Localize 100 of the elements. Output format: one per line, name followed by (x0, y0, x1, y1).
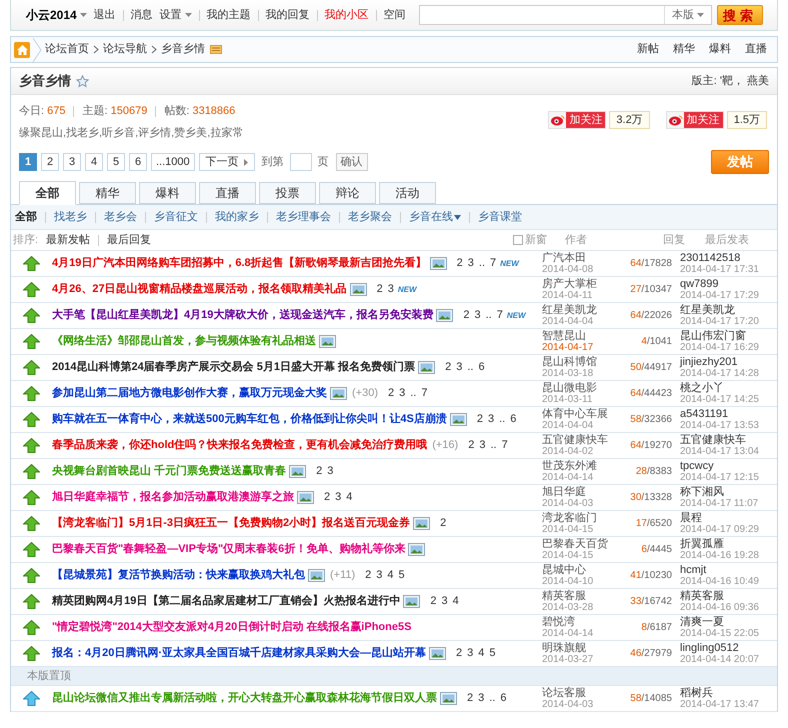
page-link[interactable]: 1 (19, 153, 37, 171)
author-name[interactable]: 论坛客服 (542, 686, 586, 698)
last-poster[interactable]: 稻树兵 (680, 686, 713, 698)
thread-title[interactable]: 旭日华庭幸福节，报名参加活动赢取港澳游享之旅 (52, 489, 294, 506)
author-name[interactable]: 红星美凯龙 (542, 304, 597, 316)
page-link[interactable]: .. (410, 385, 416, 402)
thread-title[interactable]: 巴黎春天百货"春舞轻盈—VIP专场"仅周末春装6折！免单、购物礼等你来 (52, 541, 406, 558)
last-poster[interactable]: a5431191 (680, 408, 728, 420)
author-name[interactable]: 昆城中心 (542, 564, 586, 576)
page-link[interactable]: 3 (399, 385, 406, 402)
last-poster[interactable]: 清爽一夏 (680, 616, 724, 628)
page-link[interactable]: 2 (445, 359, 452, 376)
last-poster[interactable]: qw7899 (680, 278, 719, 290)
nav-link[interactable]: 设置 (160, 6, 192, 24)
page-number-field[interactable] (290, 153, 312, 171)
page-link[interactable]: 3 (441, 593, 448, 610)
page-link[interactable]: 2 (476, 411, 483, 428)
nav-link[interactable]: 空间 (384, 6, 406, 24)
author-name[interactable]: 体育中心车展 (542, 408, 608, 420)
next-page-button[interactable]: 下一页 (198, 153, 255, 171)
page-link[interactable]: 2 (468, 437, 474, 454)
page-link[interactable]: 6 (478, 359, 485, 376)
page-link[interactable]: 3 (474, 307, 481, 324)
page-link[interactable]: .. (467, 359, 474, 376)
page-link[interactable]: 3 (479, 437, 486, 454)
page-link[interactable]: 5 (107, 153, 125, 171)
confirm-button[interactable]: 确认 (336, 153, 368, 171)
last-poster[interactable]: 红星美凯龙 (680, 304, 735, 316)
author-name[interactable]: 旭日华庭 (542, 486, 586, 498)
page-link[interactable]: 2 (376, 281, 383, 298)
page-link[interactable]: 2 (324, 489, 330, 506)
page-link[interactable]: 5 (398, 567, 405, 584)
author-name[interactable]: 明珠旗舰 (542, 642, 586, 654)
nav-link[interactable]: 我的主题 (206, 6, 251, 24)
last-poster[interactable]: lingling0512 (680, 642, 739, 654)
page-link[interactable]: 5 (489, 645, 496, 662)
thread-title[interactable]: 2014昆山科博第24届春季房产展示交易会 5月1日盛大开幕 报名免费领门票 (52, 359, 416, 376)
nav-link[interactable]: 退出 (94, 6, 116, 24)
tab[interactable]: 直播 (199, 182, 256, 204)
page-link[interactable]: 2 (467, 690, 474, 707)
page-link[interactable]: .. (490, 437, 497, 454)
home-icon[interactable] (14, 42, 30, 58)
page-link[interactable]: 4 (387, 567, 394, 584)
last-poster[interactable]: 晨程 (680, 512, 702, 524)
page-link[interactable]: 7 (490, 255, 496, 272)
page-link[interactable]: 3 (335, 489, 342, 506)
page-link[interactable]: 3 (478, 690, 484, 707)
nav-link[interactable]: 我的回复 (266, 6, 310, 24)
page-link[interactable]: 2 (41, 153, 59, 171)
thread-title[interactable]: 《网络生活》邹邵昆山首发，参与视频体验有礼品相送 (52, 333, 316, 350)
thread-title[interactable]: 购车就在五一体育中心，来就送500元购车红包，价格低到让你尖叫！让4S店崩溃 (52, 411, 447, 428)
page-link[interactable]: 6 (500, 690, 506, 707)
author-name[interactable]: 房产大掌柜 (542, 278, 597, 290)
thread-title[interactable]: 大手笔【昆山红星美凯龙】4月19大牌砍大价，送现金送汽车，报名另免安装费 (52, 307, 434, 324)
filter-link[interactable]: 找老乡 (54, 208, 87, 226)
page-link[interactable]: 3 (467, 645, 474, 662)
page-link[interactable]: 7 (496, 307, 503, 324)
page-link[interactable]: .. (499, 411, 506, 428)
quick-link[interactable]: 精华 (673, 41, 695, 58)
page-link[interactable]: 6 (129, 153, 147, 171)
last-poster[interactable]: 昆山伟宏门窗 (680, 330, 746, 342)
page-link[interactable]: 3 (63, 153, 81, 171)
page-link[interactable]: 2 (388, 385, 394, 402)
author-name[interactable]: 精英客服 (542, 590, 586, 602)
follow-button[interactable]: 加关注 (548, 111, 606, 129)
breadcrumb-link[interactable]: 乡音乡情 (161, 41, 205, 58)
author-name[interactable]: 世茂东外滩 (542, 460, 597, 472)
filter-link[interactable]: 乡音在线 (409, 208, 461, 226)
page-link[interactable]: 3 (468, 255, 474, 272)
page-link[interactable]: 3 (376, 567, 382, 584)
last-poster[interactable]: 称下湘风 (680, 486, 724, 498)
scope-dropdown[interactable]: 本版 (664, 6, 711, 24)
breadcrumb-link[interactable]: 论坛导航 (103, 41, 147, 58)
page-link[interactable]: 2 (456, 645, 462, 662)
quick-link[interactable]: 直播 (745, 41, 767, 58)
filter-link[interactable]: 老乡理事会 (276, 208, 331, 226)
page-link[interactable]: 4 (346, 489, 352, 506)
author-name[interactable]: 昆山微电影 (542, 382, 597, 394)
quick-link[interactable]: 新帖 (637, 41, 659, 58)
quick-link[interactable]: 爆料 (709, 41, 731, 58)
author-name[interactable]: 巴黎春天百货 (542, 538, 608, 550)
page-link[interactable]: 2 (440, 515, 446, 532)
author-name[interactable]: 湾龙客临门 (542, 512, 597, 524)
author-name[interactable]: 智慧昆山 (542, 330, 586, 342)
author-name[interactable]: 碧悦湾 (542, 616, 575, 628)
thread-title[interactable]: 春季品质来袭，你还hold住吗？快来报名免费检查，更有机会减免治疗费用哦 (52, 437, 428, 454)
page-link[interactable]: 3 (327, 463, 334, 480)
author-name[interactable]: 广汽本田 (542, 252, 586, 264)
filter-link[interactable]: 老乡聚会 (348, 208, 392, 226)
page-link[interactable]: 7 (502, 437, 508, 454)
sort-link[interactable]: 最后回复 (107, 232, 152, 248)
thread-title[interactable]: 精英团购网4月19日【第二届名品家居建材工厂直销会】火热报名进行中 (52, 593, 400, 610)
last-poster[interactable]: 五官健康快车 (680, 434, 746, 446)
thread-title[interactable]: 央视舞台剧首映昆山 千元门票免费送送赢取青春 (52, 463, 286, 480)
page-link[interactable]: 4 (452, 593, 459, 610)
thread-title[interactable]: 【湾龙客临门】5月1日-3日疯狂五一【免费购物2小时】报名送百元现金券 (52, 515, 410, 532)
last-poster[interactable]: tpcwcy (680, 460, 714, 472)
tab[interactable]: 辩论 (319, 182, 376, 204)
page-link[interactable]: 4 (85, 153, 103, 171)
page-link[interactable]: 2 (316, 463, 322, 480)
